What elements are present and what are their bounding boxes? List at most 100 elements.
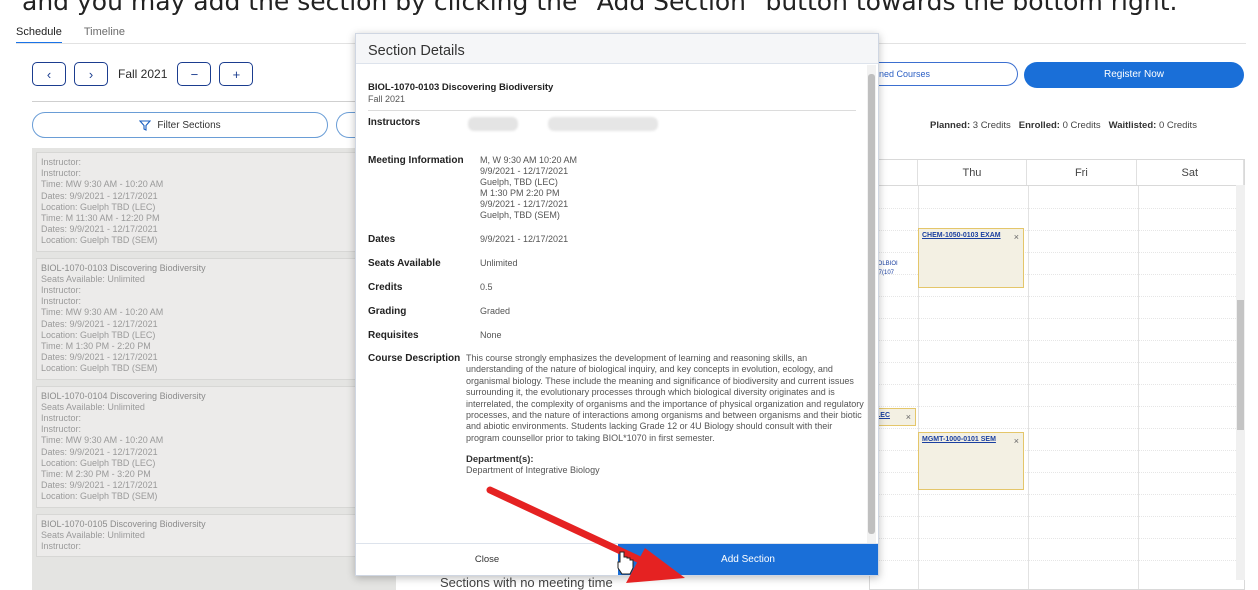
calendar-row-line <box>870 538 1244 539</box>
seats-value: Unlimited <box>480 258 518 268</box>
section-card[interactable]: BIOL-1070-0103 Discovering Biodiversity … <box>36 257 392 380</box>
calendar-row-line <box>870 428 1244 429</box>
requisites-row: Requisites None <box>368 330 866 341</box>
dialog-body[interactable]: BIOL-1070-0103 Discovering Biodiversity … <box>356 65 866 543</box>
meeting-line: Guelph, TBD (LEC) <box>480 177 558 187</box>
calendar-row-line <box>870 560 1244 561</box>
dates-value: 9/9/2021 - 12/17/2021 <box>480 234 569 244</box>
section-title: BIOL-1070-0105 Discovering Biodiversity <box>41 518 206 529</box>
section-line: Location: Guelph TBD (SEM) <box>41 363 158 374</box>
section-title: BIOL-1070-0103 Discovering Biodiversity <box>41 262 206 273</box>
plus-icon: + <box>232 66 241 82</box>
section-line: Seats Available: Unlimited <box>41 273 145 284</box>
calendar-event-chem-exam[interactable]: CHEM-1050-0103 EXAM × <box>918 228 1024 288</box>
calendar-row-line <box>870 406 1244 407</box>
section-title: BIOL-1070-0104 Discovering Biodiversity <box>41 390 206 401</box>
minus-icon: − <box>190 66 199 82</box>
calendar-row-line <box>870 516 1244 517</box>
waitlisted-credits-label: Waitlisted: <box>1108 120 1157 131</box>
section-line: Seats Available: Unlimited <box>41 401 145 412</box>
schedule-calendar: Thu Fri Sat BIOLBIOI 107(107 CHEM-1050-01… <box>869 159 1245 590</box>
credits-summary: Planned: 3 Credits Enrolled: 0 Credits W… <box>930 120 1197 131</box>
calendar-event-mgmt-sem[interactable]: MGMT-1000-0101 SEM × <box>918 432 1024 490</box>
meeting-value: M, W 9:30 AM 10:20 AM 9/9/2021 - 12/17/2… <box>480 155 577 221</box>
description-text: This course strongly emphasizes the deve… <box>466 353 864 443</box>
close-icon[interactable]: × <box>1014 436 1019 446</box>
section-line: Location: Guelph TBD (LEC) <box>41 201 156 212</box>
section-line: Location: Guelph TBD (SEM) <box>41 491 158 502</box>
close-button[interactable]: Close <box>356 544 618 575</box>
description-row: Course Description This course strongly … <box>368 353 866 476</box>
remove-term-button[interactable]: − <box>177 62 212 86</box>
section-line: Dates: 9/9/2021 - 12/17/2021 <box>41 224 158 235</box>
event-label: MGMT-1000-0101 SEM <box>922 436 996 443</box>
meeting-line: 9/9/2021 - 12/17/2021 <box>480 199 569 209</box>
instructors-row: Instructors <box>368 117 866 155</box>
register-now-button[interactable]: Register Now <box>1024 62 1244 88</box>
close-icon[interactable]: × <box>1014 232 1019 242</box>
section-line: Seats Available: Unlimited <box>41 529 145 540</box>
calendar-row-line <box>870 340 1244 341</box>
section-card[interactable]: BIOL-1070-0104 Discovering Biodiversity … <box>36 385 392 508</box>
redacted-name <box>468 117 518 131</box>
no-meeting-heading: Sections with no meeting time <box>440 575 613 590</box>
redacted-name <box>548 117 658 131</box>
section-line: Time: M 1:30 PM - 2:20 PM <box>41 341 151 352</box>
meeting-label: Meeting Information <box>368 155 464 166</box>
section-card[interactable]: BIOL-1070-0105 Discovering Biodiversity … <box>36 513 392 558</box>
section-line: Instructor: <box>41 424 82 435</box>
requisites-value: None <box>480 330 502 340</box>
dialog-title: Section Details <box>356 34 878 64</box>
enrolled-credits-label: Enrolled: <box>1018 120 1060 131</box>
requisites-label: Requisites <box>368 330 419 341</box>
calendar-scroll-thumb[interactable] <box>1237 300 1244 430</box>
section-line: Dates: 9/9/2021 - 12/17/2021 <box>41 190 158 201</box>
sections-list[interactable]: Instructor: Instructor: Time: MW 9:30 AM… <box>32 148 396 590</box>
departments-value: Department of Integrative Biology <box>466 465 600 476</box>
tutorial-caption: and you may add the section by clicking … <box>22 0 1178 16</box>
calendar-day-thu: Thu <box>918 160 1028 185</box>
meeting-line: Guelph, TBD (SEM) <box>480 210 560 220</box>
calendar-header: Thu Fri Sat <box>870 160 1244 186</box>
dialog-footer: Close Add Section <box>356 543 878 575</box>
term-navigation: ‹ › Fall 2021 − + <box>32 62 254 86</box>
enrolled-credits-value: 0 Credits <box>1062 120 1101 131</box>
next-term-button[interactable]: › <box>74 62 108 86</box>
add-term-button[interactable]: + <box>219 62 254 86</box>
seats-label: Seats Available <box>368 258 441 269</box>
section-line: Location: Guelph TBD (SEM) <box>41 235 158 246</box>
term-label: Fall 2021 <box>118 67 168 81</box>
previous-term-button[interactable]: ‹ <box>32 62 66 86</box>
tab-timeline[interactable]: Timeline <box>84 22 125 44</box>
enrolled-credits: Enrolled: 0 Credits <box>1019 120 1101 131</box>
grading-row: Grading Graded <box>368 306 866 317</box>
section-line: Time: M 11:30 AM - 12:20 PM <box>41 213 160 224</box>
dialog-scroll-thumb[interactable] <box>868 74 875 534</box>
add-section-button[interactable]: Add Section <box>618 544 878 575</box>
tab-schedule[interactable]: Schedule <box>16 22 62 44</box>
description-label: Course Description <box>368 353 461 364</box>
calendar-day-sat: Sat <box>1137 160 1244 185</box>
section-line: Instructor: <box>41 285 82 296</box>
calendar-row-line <box>870 384 1244 385</box>
section-line: Instructor: <box>41 541 82 552</box>
close-icon[interactable]: × <box>906 412 911 422</box>
waitlisted-credits-value: 0 Credits <box>1158 120 1197 131</box>
event-label: CHEM-1050-0103 EXAM <box>922 232 1001 239</box>
section-line: Location: Guelph TBD (LEC) <box>41 457 156 468</box>
calendar-col-line <box>1138 186 1139 589</box>
view-planned-courses-button[interactable]: nned Courses <box>862 62 1018 86</box>
dates-row: Dates 9/9/2021 - 12/17/2021 <box>368 234 866 245</box>
section-line: Instructor: <box>41 413 82 424</box>
course-term: Fall 2021 <box>368 94 406 104</box>
section-line: Time: MW 9:30 AM - 10:20 AM <box>41 307 164 318</box>
section-line: Dates: 9/9/2021 - 12/17/2021 <box>41 480 158 491</box>
planned-credits: Planned: 3 Credits <box>930 120 1011 131</box>
calendar-row-line <box>870 318 1244 319</box>
credits-row: Credits 0.5 <box>368 282 866 293</box>
section-card[interactable]: Instructor: Instructor: Time: MW 9:30 AM… <box>36 152 392 252</box>
filter-sections-button[interactable]: Filter Sections <box>32 112 328 138</box>
section-line: Instructor: <box>41 157 82 167</box>
section-line: Dates: 9/9/2021 - 12/17/2021 <box>41 352 158 363</box>
section-line: Location: Guelph TBD (LEC) <box>41 329 156 340</box>
